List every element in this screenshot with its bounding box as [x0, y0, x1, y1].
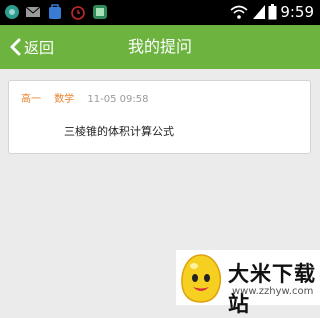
battery-icon [268, 4, 277, 20]
signal-icon [253, 5, 265, 19]
subject-label: 数学 [54, 94, 75, 105]
back-label: 返回 [24, 38, 55, 57]
watermark: 大米下载站 www.zzhyw.com [176, 250, 320, 316]
question-text: 三棱锥的体积计算公式 [64, 125, 174, 138]
status-bar: 9:59 [0, 0, 320, 25]
back-button[interactable]: 返回 [8, 25, 54, 69]
question-time: 11-05 09:58 [87, 94, 149, 105]
status-time: 9:59 [280, 3, 314, 21]
watermark-url: www.zzhyw.com [232, 286, 314, 297]
grade-label: 高一 [21, 94, 41, 105]
watermark-logo [181, 254, 222, 303]
question-card[interactable]: 高一 数学 11-05 09:58 三棱锥的体积计算公式 [8, 80, 311, 154]
chevron-left-icon [10, 38, 21, 56]
wifi-icon [230, 5, 248, 19]
question-meta: 高一 数学 11-05 09:58 [21, 90, 158, 105]
app-circle-icon [5, 5, 19, 19]
bag-icon [49, 4, 61, 19]
alarm-icon [71, 6, 85, 20]
mail-icon [25, 6, 41, 17]
title-bar: 返回 我的提问 [0, 25, 320, 69]
app-square-icon [93, 5, 107, 19]
